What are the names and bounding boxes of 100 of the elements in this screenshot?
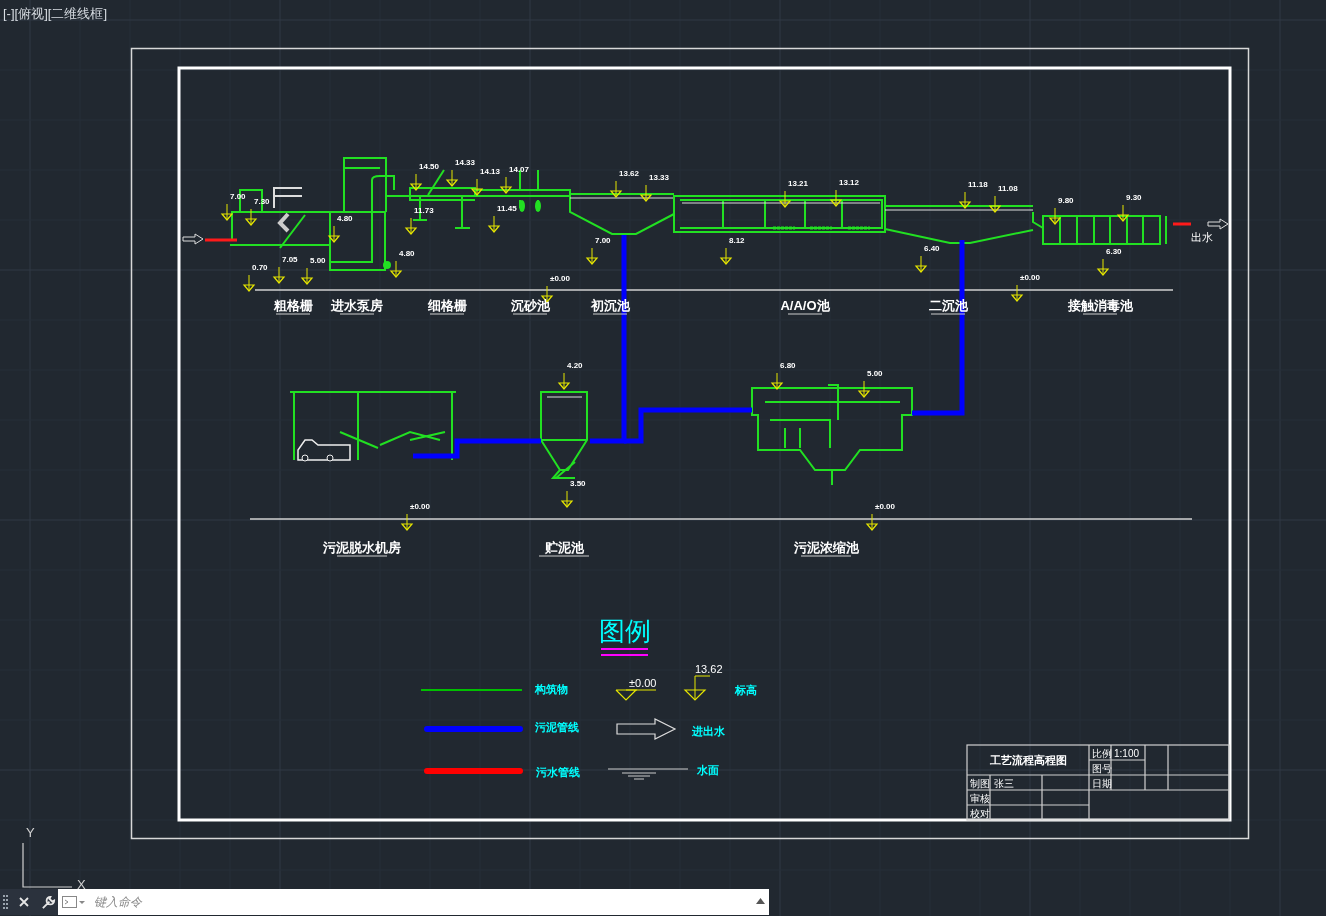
unit-label: 接触消毒池 bbox=[1067, 298, 1133, 313]
viewport-label[interactable]: [-][俯视][二维线框] bbox=[3, 4, 107, 24]
legend-label: 标高 bbox=[735, 684, 757, 696]
elevation-marker bbox=[1116, 204, 1130, 222]
elevation-marker bbox=[988, 195, 1002, 213]
elevation-marker bbox=[327, 225, 341, 243]
caret-icon[interactable] bbox=[756, 898, 765, 904]
elevation-marker bbox=[615, 689, 657, 701]
elevation-label: ±0.00 bbox=[875, 502, 895, 511]
grip-icon[interactable] bbox=[3, 894, 9, 910]
elevation-marker bbox=[300, 267, 314, 285]
elevation-marker bbox=[404, 217, 418, 235]
title-block-text: 校对 bbox=[970, 808, 990, 819]
elevation-label: 0.70 bbox=[252, 263, 268, 272]
outlet-arrow bbox=[1207, 218, 1229, 230]
elevation-label: 5.00 bbox=[867, 369, 883, 378]
flow-arrow bbox=[616, 718, 677, 740]
elevation-label: 4.20 bbox=[567, 361, 583, 370]
elevation-marker bbox=[244, 208, 258, 226]
elevation-marker bbox=[389, 260, 403, 278]
unit-label: A/A/O池 bbox=[780, 298, 830, 313]
elevation-label: 14.13 bbox=[480, 167, 501, 176]
elevation-marker bbox=[445, 169, 459, 187]
elevation-label: 9.30 bbox=[1126, 193, 1142, 202]
elevation-marker bbox=[1048, 207, 1062, 225]
elevation-marker bbox=[639, 184, 653, 202]
elevation-marker bbox=[487, 215, 501, 233]
title-block-text: 审核 bbox=[970, 793, 990, 804]
elevation-marker bbox=[499, 176, 513, 194]
elevation-marker bbox=[1010, 284, 1024, 302]
unit-label: 细格栅 bbox=[427, 298, 467, 313]
elevation-label: 4.80 bbox=[337, 214, 353, 223]
axis-label: Y bbox=[26, 825, 35, 840]
legend-underline bbox=[600, 648, 649, 656]
elevation-label: 11.08 bbox=[998, 184, 1018, 193]
elevation-label: 11.45 bbox=[497, 204, 517, 213]
title-block-text: 1:100 bbox=[1114, 748, 1140, 759]
outlet-label: 出水 bbox=[1191, 231, 1213, 243]
elevation-label: 6.40 bbox=[924, 244, 940, 253]
elevation-marker bbox=[683, 675, 711, 701]
elevation-label: 13.33 bbox=[649, 173, 670, 182]
elevation-label: ±0.00 bbox=[410, 502, 430, 511]
elevation-marker bbox=[857, 380, 871, 398]
ucs-axis-icon bbox=[22, 842, 73, 888]
title-block-text: 图号 bbox=[1092, 763, 1112, 774]
elevation-marker bbox=[1096, 258, 1110, 276]
elevation-marker bbox=[778, 190, 792, 208]
unit-label: 污泥浓缩池 bbox=[793, 540, 859, 555]
legend-label: 污泥管线 bbox=[535, 721, 579, 733]
elevation-label: 13.21 bbox=[788, 179, 809, 188]
elevation-marker bbox=[829, 189, 843, 207]
title-block-text: 日期 bbox=[1092, 778, 1112, 789]
elevation-marker bbox=[719, 247, 733, 265]
wrench-icon[interactable] bbox=[41, 894, 56, 910]
elevation-marker bbox=[865, 513, 879, 531]
elevation-label: ±0.00 bbox=[550, 274, 570, 283]
elevation-label: ±0.00 bbox=[1020, 273, 1040, 282]
title-block-text: 比例 bbox=[1092, 748, 1112, 759]
elevation-marker bbox=[958, 191, 972, 209]
elevation-marker bbox=[470, 178, 484, 196]
elevation-marker bbox=[585, 247, 599, 265]
prompt-icon[interactable] bbox=[62, 895, 86, 909]
command-field[interactable]: 键入命令 bbox=[58, 889, 769, 915]
elevation-label: 4.80 bbox=[399, 249, 415, 258]
elevation-marker bbox=[770, 372, 784, 390]
elevation-label: 3.50 bbox=[570, 479, 586, 488]
elevation-label: 11.18 bbox=[968, 180, 988, 189]
elevation-label: 14.50 bbox=[419, 162, 440, 171]
legend-label: 进出水 bbox=[692, 725, 725, 737]
close-icon[interactable] bbox=[19, 897, 29, 907]
unit-label: 沉砂池 bbox=[510, 298, 550, 313]
legend-label: 构筑物 bbox=[535, 683, 568, 695]
elevation-marker bbox=[409, 173, 423, 191]
elevation-marker bbox=[557, 372, 571, 390]
elevation-marker bbox=[272, 266, 286, 284]
elevation-label: ±0.00 bbox=[629, 677, 657, 689]
elevation-label: 13.62 bbox=[619, 169, 640, 178]
elevation-label: 7.05 bbox=[282, 255, 298, 264]
elevation-label: 14.07 bbox=[509, 165, 530, 174]
unit-label: 粗格栅 bbox=[273, 298, 313, 313]
unit-label: 贮泥池 bbox=[544, 540, 584, 555]
title-block-title: 工艺流程高程图 bbox=[989, 754, 1067, 766]
elevation-marker bbox=[914, 255, 928, 273]
elevation-label: 8.12 bbox=[729, 236, 745, 245]
elevation-marker bbox=[220, 203, 234, 221]
elevation-label: 13.62 bbox=[695, 663, 723, 675]
unit-label: 污泥脱水机房 bbox=[323, 540, 401, 555]
elevation-label: 9.80 bbox=[1058, 196, 1074, 205]
elevation-marker bbox=[560, 490, 574, 508]
elevation-label: 14.33 bbox=[455, 158, 476, 167]
title-block-text: 张三 bbox=[994, 778, 1014, 789]
elevation-label: 6.80 bbox=[780, 361, 796, 370]
legend-title: 图例 bbox=[599, 616, 651, 646]
unit-label: 进水泵房 bbox=[331, 298, 383, 313]
elevation-label: 13.12 bbox=[839, 178, 860, 187]
elevation-marker bbox=[242, 274, 256, 292]
elevation-marker bbox=[609, 180, 623, 198]
legend-label: 水面 bbox=[697, 764, 719, 776]
title-block-text: 制图 bbox=[970, 778, 990, 789]
elevation-marker bbox=[400, 513, 414, 531]
